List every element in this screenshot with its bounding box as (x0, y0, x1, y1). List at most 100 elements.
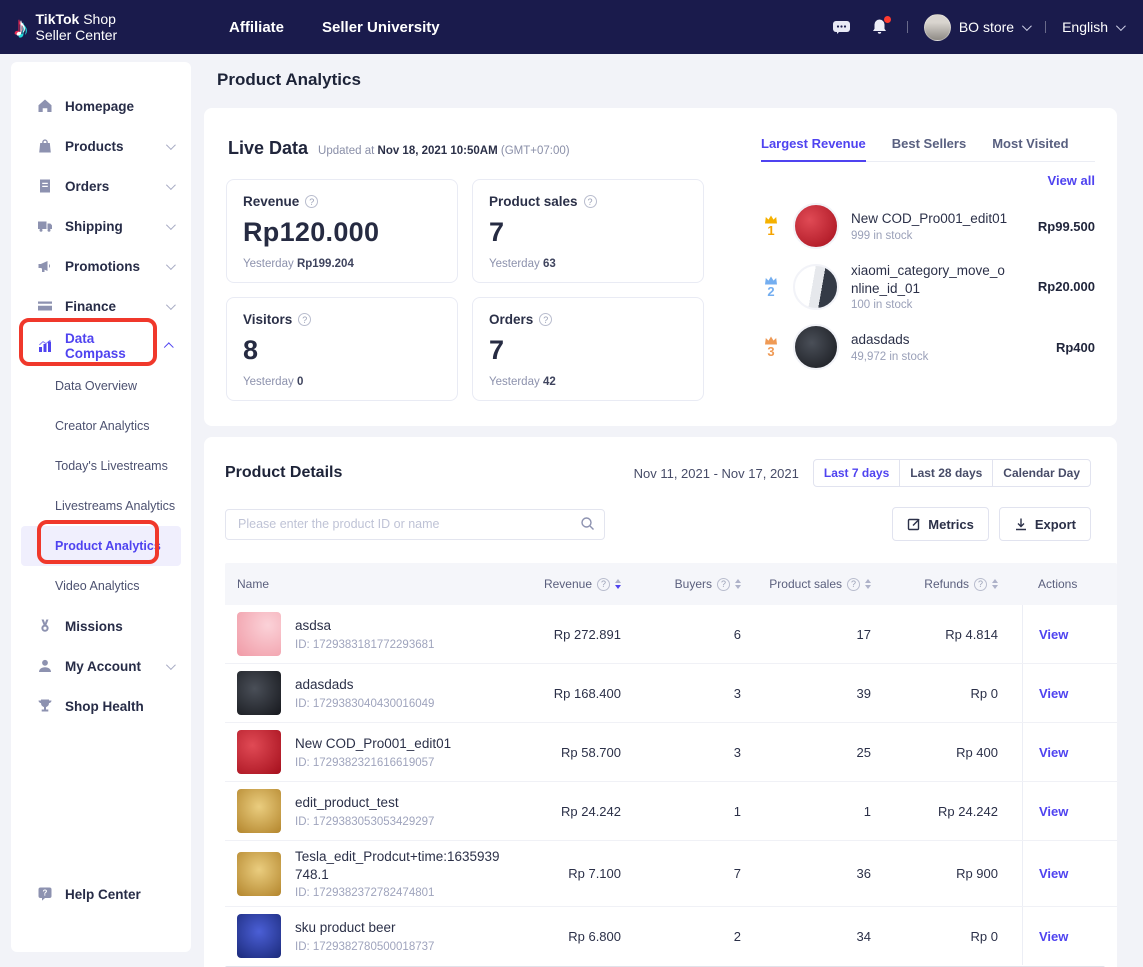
sidebar-item-homepage[interactable]: Homepage (11, 86, 191, 126)
column-name: Name (225, 577, 510, 591)
download-icon (1014, 517, 1028, 531)
chevron-up-icon (164, 342, 174, 352)
sidebar-item-finance[interactable]: Finance (11, 286, 191, 326)
table-header: Name Revenue Buyers Product sales Refund… (225, 563, 1117, 605)
notification-dot (884, 16, 891, 23)
rank-crown-icon: 1 (761, 215, 781, 237)
sort-icon (865, 579, 871, 589)
rank-crown-icon: 2 (761, 276, 781, 298)
column-revenue[interactable]: Revenue (510, 577, 645, 591)
sidebar-subitem-todays-livestreams[interactable]: Today's Livestreams (11, 446, 191, 486)
question-circle-icon[interactable] (847, 578, 860, 591)
chevron-down-icon (166, 260, 176, 270)
chevron-down-icon (1116, 21, 1126, 31)
product-details-title: Product Details (225, 464, 342, 482)
navbar-divider (907, 21, 908, 33)
sidebar-item-products[interactable]: Products (11, 126, 191, 166)
column-actions: Actions (1022, 563, 1117, 605)
home-icon (37, 98, 53, 114)
product-image (237, 789, 281, 833)
sidebar-item-promotions[interactable]: Promotions (11, 246, 191, 286)
metrics-edit-icon (907, 517, 921, 531)
store-avatar (924, 14, 951, 41)
rank-crown-icon: 3 (761, 336, 781, 358)
sidebar: Homepage Products Orders Shipping Promot… (11, 62, 191, 952)
product-image (237, 730, 281, 774)
last-7-days-button[interactable]: Last 7 days (813, 459, 900, 487)
live-data-title: Live Data (228, 138, 308, 159)
language-selector[interactable]: English (1062, 19, 1123, 35)
nav-link-seller-university[interactable]: Seller University (322, 19, 440, 36)
view-link[interactable]: View (1039, 929, 1068, 944)
question-circle-icon[interactable] (539, 313, 552, 326)
export-button[interactable]: Export (999, 507, 1091, 541)
sort-icon (735, 579, 741, 589)
sort-icon (992, 579, 998, 589)
medal-icon (37, 618, 53, 634)
metrics-button[interactable]: Metrics (892, 507, 989, 541)
question-circle-icon[interactable] (305, 195, 318, 208)
product-table: Name Revenue Buyers Product sales Refund… (225, 563, 1117, 965)
sidebar-item-my-account[interactable]: My Account (11, 646, 191, 686)
chevron-down-icon (1022, 21, 1032, 31)
sidebar-item-missions[interactable]: Missions (11, 606, 191, 646)
product-image (793, 264, 839, 310)
ranking-item[interactable]: 1 New COD_Pro001_edit01 999 in stock Rp9… (761, 203, 1095, 249)
tab-largest-revenue[interactable]: Largest Revenue (761, 136, 866, 151)
product-image (793, 324, 839, 370)
navbar-divider (1045, 21, 1046, 33)
help-icon: ? (37, 886, 53, 902)
orders-value: 7 (489, 335, 687, 366)
question-circle-icon[interactable] (298, 313, 311, 326)
calendar-day-button[interactable]: Calendar Day (992, 459, 1091, 487)
truck-icon (37, 218, 53, 234)
last-28-days-button[interactable]: Last 28 days (899, 459, 993, 487)
view-link[interactable]: View (1039, 745, 1068, 760)
column-product-sales[interactable]: Product sales (765, 577, 895, 591)
trophy-icon (37, 698, 53, 714)
revenue-value: Rp120.000 (243, 217, 441, 248)
sidebar-subitem-video-analytics[interactable]: Video Analytics (11, 566, 191, 606)
view-link[interactable]: View (1039, 686, 1068, 701)
store-switcher[interactable]: BO store (924, 14, 1029, 41)
sort-icon (615, 579, 621, 589)
metric-card-revenue: Revenue Rp120.000 Yesterday Rp199.204 (226, 179, 458, 283)
chat-icon[interactable] (831, 17, 853, 37)
sidebar-item-shipping[interactable]: Shipping (11, 206, 191, 246)
sidebar-subitem-data-overview[interactable]: Data Overview (11, 366, 191, 406)
column-buyers[interactable]: Buyers (645, 577, 765, 591)
view-link[interactable]: View (1039, 866, 1068, 881)
table-row: New COD_Pro001_edit01ID: 172938232161661… (225, 722, 1117, 781)
sidebar-item-orders[interactable]: Orders (11, 166, 191, 206)
view-link[interactable]: View (1039, 804, 1068, 819)
metric-card-visitors: Visitors 8 Yesterday 0 (226, 297, 458, 401)
ranking-item[interactable]: 3 adasdads 49,972 in stock Rp400 (761, 324, 1095, 370)
tab-most-visited[interactable]: Most Visited (992, 136, 1068, 151)
tab-best-sellers[interactable]: Best Sellers (892, 136, 966, 151)
product-search-input[interactable] (225, 509, 605, 540)
sidebar-subitem-creator-analytics[interactable]: Creator Analytics (11, 406, 191, 446)
sidebar-subitem-product-analytics[interactable]: Product Analytics (21, 526, 181, 566)
nav-link-affiliate[interactable]: Affiliate (229, 19, 284, 36)
product-image (237, 852, 281, 896)
bag-icon (37, 138, 53, 154)
question-circle-icon[interactable] (597, 578, 610, 591)
sidebar-subitem-livestreams-analytics[interactable]: Livestreams Analytics (11, 486, 191, 526)
sidebar-item-data-compass[interactable]: Data Compass (11, 326, 191, 366)
tiktok-shop-logo[interactable]: ♪ TikTok Shop Seller Center (0, 11, 215, 43)
view-link[interactable]: View (1039, 627, 1068, 642)
table-row: adasdadsID: 1729383040430016049 Rp 168.4… (225, 663, 1117, 722)
question-circle-icon[interactable] (717, 578, 730, 591)
question-circle-icon[interactable] (974, 578, 987, 591)
column-refunds[interactable]: Refunds (895, 577, 1022, 591)
view-all-link[interactable]: View all (1048, 173, 1095, 188)
date-range: Nov 11, 2021 - Nov 17, 2021 (634, 466, 799, 481)
sidebar-item-shop-health[interactable]: Shop Health (11, 686, 191, 726)
product-sales-value: 7 (489, 217, 687, 248)
ranking-item[interactable]: 2 xiaomi_category_move_online_id_01 100 … (761, 262, 1095, 311)
search-icon (580, 516, 595, 536)
sidebar-item-help-center[interactable]: ? Help Center (11, 874, 191, 914)
notifications-bell-icon[interactable] (869, 17, 891, 37)
question-circle-icon[interactable] (584, 195, 597, 208)
product-image (237, 914, 281, 958)
